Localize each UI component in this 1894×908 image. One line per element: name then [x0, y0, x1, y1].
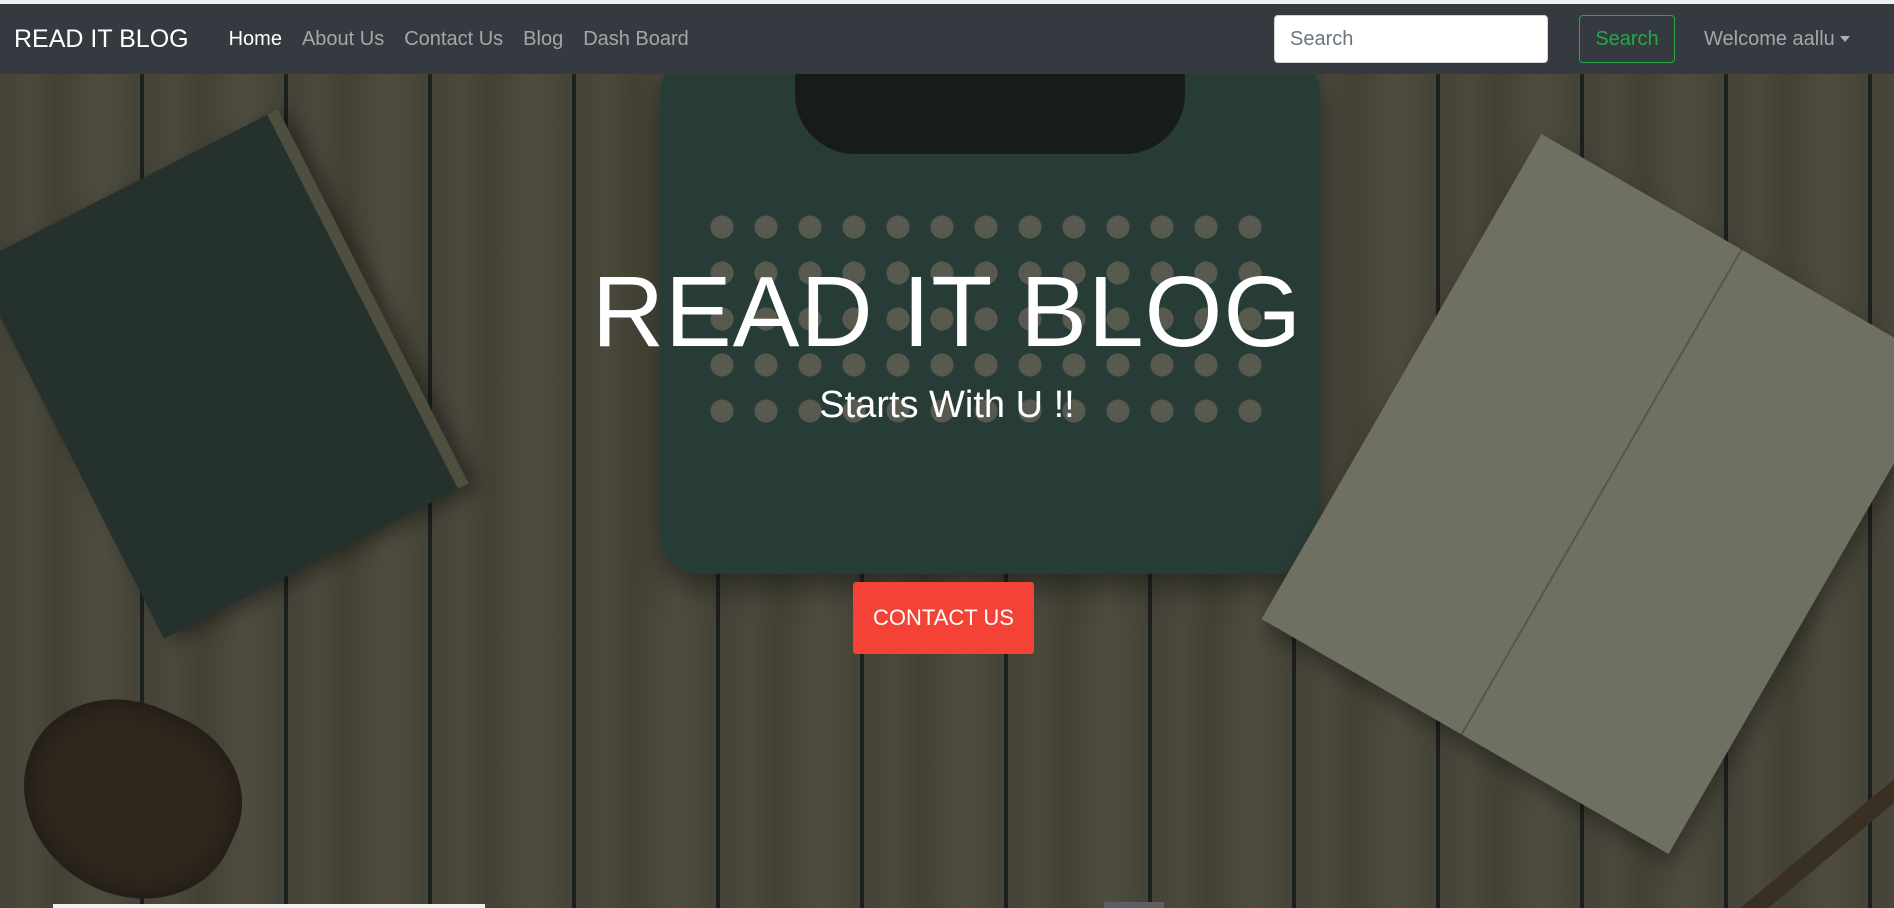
nav-link-home[interactable]: Home	[219, 28, 292, 51]
nav-link-about-us[interactable]: About Us	[292, 28, 394, 51]
nav-link-contact-us[interactable]: Contact Us	[394, 28, 513, 51]
nav-links: Home About Us Contact Us Blog Dash Board	[219, 28, 699, 51]
bottom-scrollbar[interactable]	[53, 904, 485, 908]
user-menu-label: Welcome aallu	[1704, 27, 1835, 50]
bottom-indicator	[1104, 902, 1164, 908]
nav-link-dashboard[interactable]: Dash Board	[573, 28, 699, 51]
navbar-brand[interactable]: READ IT BLOG	[14, 25, 189, 54]
search-input[interactable]	[1274, 15, 1548, 63]
nav-link-blog[interactable]: Blog	[513, 28, 573, 51]
hero-overlay	[0, 74, 1894, 908]
caret-down-icon	[1839, 36, 1850, 42]
hero-section	[0, 74, 1894, 908]
user-menu-dropdown[interactable]: Welcome aallu	[1704, 4, 1850, 74]
search-button[interactable]: Search	[1579, 15, 1675, 63]
navbar: READ IT BLOG Home About Us Contact Us Bl…	[0, 4, 1894, 74]
contact-us-button[interactable]: CONTACT US	[853, 582, 1034, 654]
hero-subtitle: Starts With U !!	[819, 384, 1075, 426]
hero-title: READ IT BLOG	[591, 256, 1303, 368]
